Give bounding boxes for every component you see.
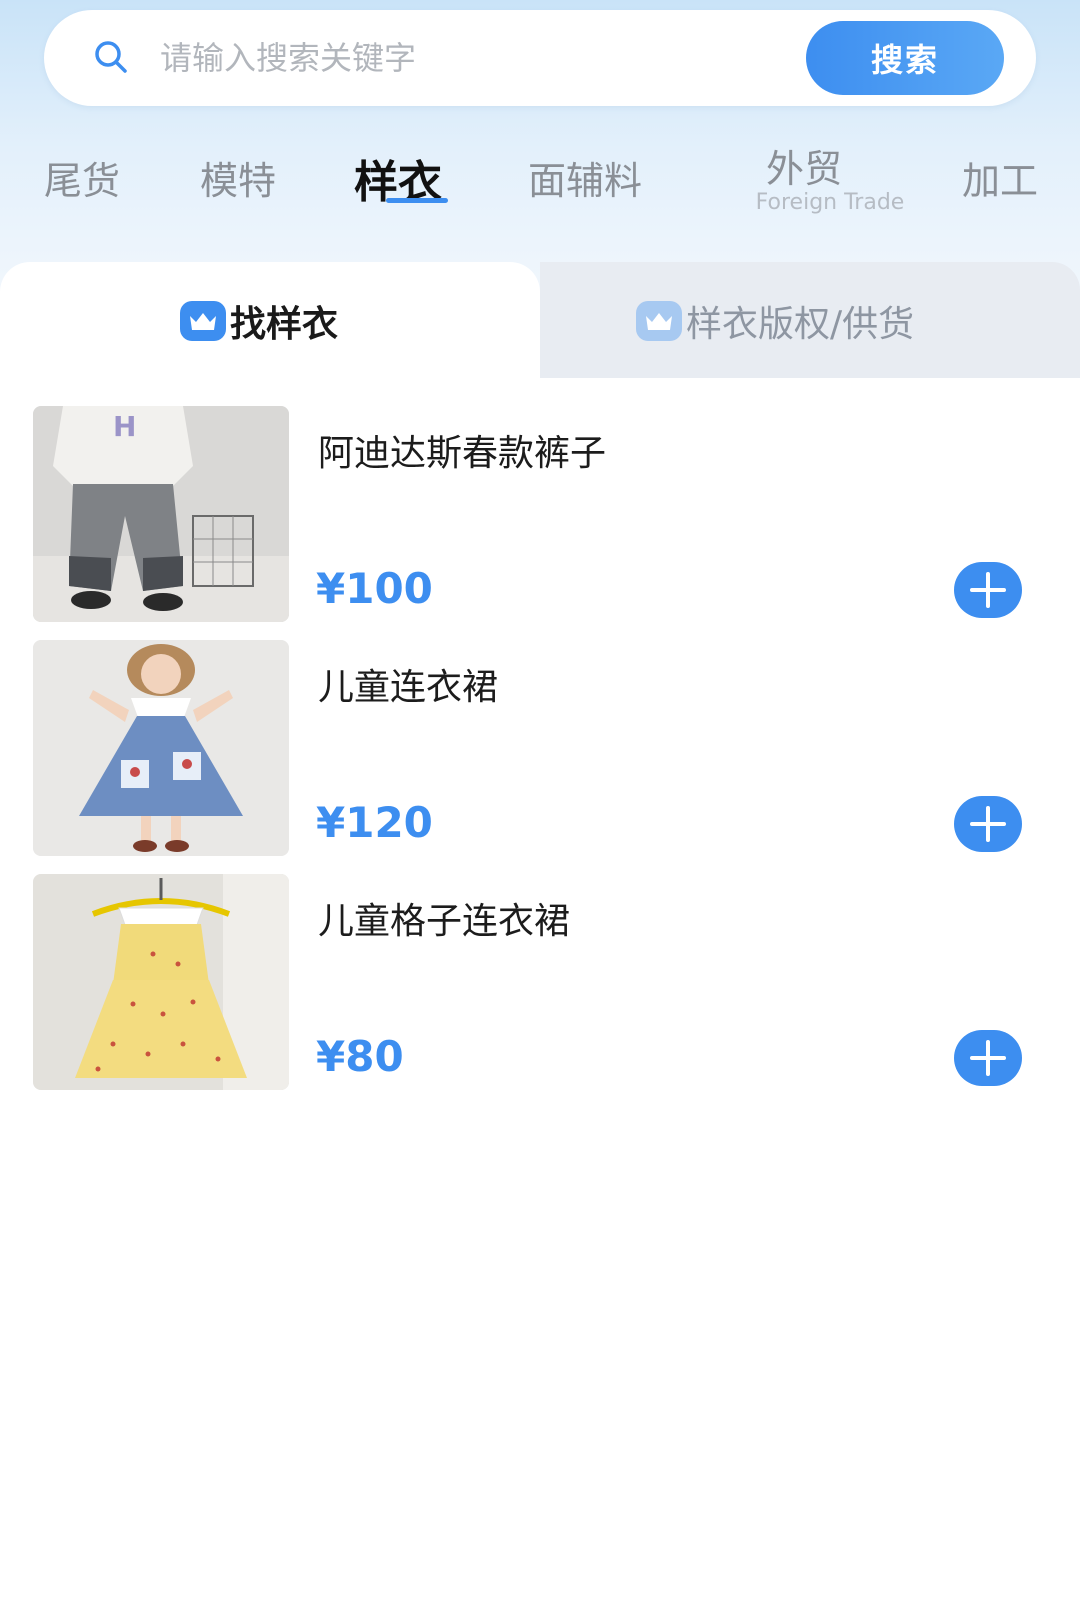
crown-icon [636, 301, 682, 341]
category-tab-weihuo[interactable]: 尾货 [44, 150, 120, 220]
add-to-cart-button[interactable] [954, 796, 1022, 852]
plus-icon [970, 1040, 1006, 1076]
tab-sample-copyright-supply-label: 样衣版权/供货 [686, 304, 915, 345]
list-item[interactable]: 儿童连衣裙 ¥120 [0, 640, 1080, 860]
search-button[interactable]: 搜索 [806, 21, 1004, 95]
tab-find-sample[interactable]: 找样衣 [180, 295, 338, 347]
product-name: 儿童连衣裙 [318, 667, 499, 708]
category-tab-waimao-subtitle: Foreign Trade [755, 190, 905, 215]
list-item[interactable]: H 阿迪达斯春款裤子 ¥100 [0, 406, 1080, 626]
product-price: ¥80 [316, 1032, 404, 1081]
svg-text:H: H [113, 410, 136, 443]
active-category-underline [386, 198, 448, 203]
add-to-cart-button[interactable] [954, 562, 1022, 618]
tab-find-sample-label: 找样衣 [230, 304, 339, 345]
plus-icon [970, 806, 1006, 842]
search-bar: 搜索 [44, 10, 1036, 106]
list-item[interactable]: 儿童格子连衣裙 ¥80 [0, 874, 1080, 1094]
product-name: 儿童格子连衣裙 [318, 901, 571, 942]
search-icon [95, 41, 127, 73]
category-tab-yangyi[interactable]: 样衣 [354, 146, 442, 216]
product-price: ¥100 [316, 564, 433, 613]
product-image-plaid-dress [33, 874, 289, 1090]
product-image-pants: H [33, 406, 289, 622]
tab-sample-copyright-supply[interactable]: 样衣版权/供货 [636, 295, 914, 347]
search-input[interactable] [160, 28, 760, 88]
category-tab-jiagong[interactable]: 加工 [962, 150, 1038, 220]
product-image-dress [33, 640, 289, 856]
category-tab-mianfuliao[interactable]: 面辅料 [528, 150, 642, 220]
product-price: ¥120 [316, 798, 433, 847]
category-tab-mote[interactable]: 模特 [200, 150, 276, 220]
product-name: 阿迪达斯春款裤子 [318, 433, 607, 474]
crown-icon [180, 301, 226, 341]
add-to-cart-button[interactable] [954, 1030, 1022, 1086]
plus-icon [970, 572, 1006, 608]
